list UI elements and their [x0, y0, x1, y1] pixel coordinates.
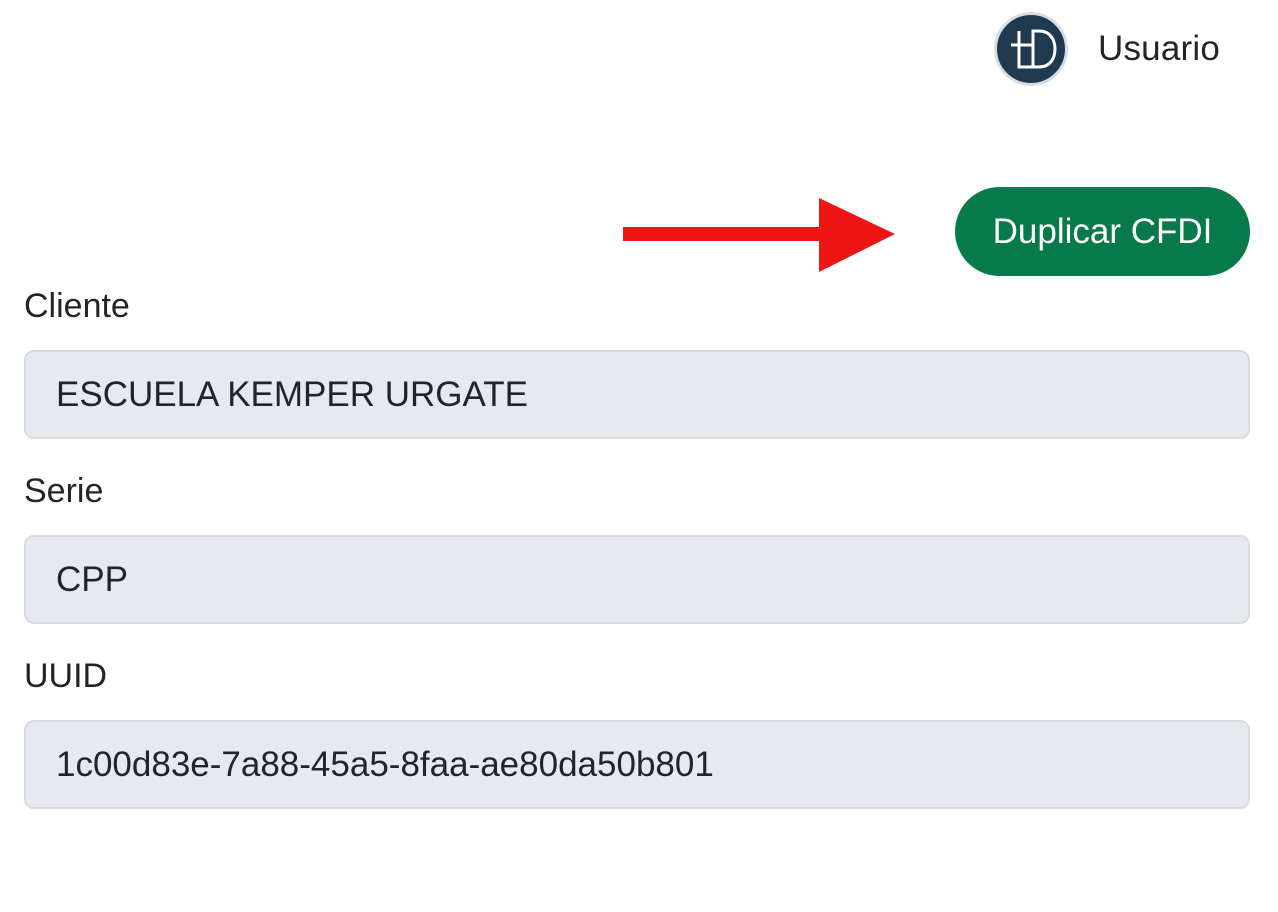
uuid-label: UUID: [24, 657, 108, 695]
user-name[interactable]: Usuario: [1098, 29, 1220, 69]
user-menu[interactable]: Usuario: [993, 12, 1220, 86]
uuid-field-group: UUID 1c00d83e-7a88-45a5-8faa-ae80da50b80…: [24, 654, 1250, 809]
cliente-input[interactable]: ESCUELA KEMPER URGATE: [24, 350, 1250, 439]
uuid-input[interactable]: 1c00d83e-7a88-45a5-8faa-ae80da50b801: [24, 720, 1250, 809]
page: Usuario Duplicar CFDI Cliente ESCUELA KE…: [0, 0, 1278, 912]
cliente-field-group: Cliente ESCUELA KEMPER URGATE: [24, 284, 1250, 439]
serie-input[interactable]: CPP: [24, 535, 1250, 624]
annotation-arrow-icon: [623, 198, 895, 272]
duplicate-cfdi-button[interactable]: Duplicar CFDI: [955, 187, 1250, 276]
serie-label: Serie: [24, 472, 104, 510]
serie-field-group: Serie CPP: [24, 469, 1250, 624]
cliente-label: Cliente: [24, 287, 130, 325]
avatar[interactable]: [993, 12, 1068, 86]
logo-avatar-icon: [1010, 29, 1057, 69]
invoice-form: Cliente ESCUELA KEMPER URGATE Serie CPP …: [24, 284, 1250, 839]
